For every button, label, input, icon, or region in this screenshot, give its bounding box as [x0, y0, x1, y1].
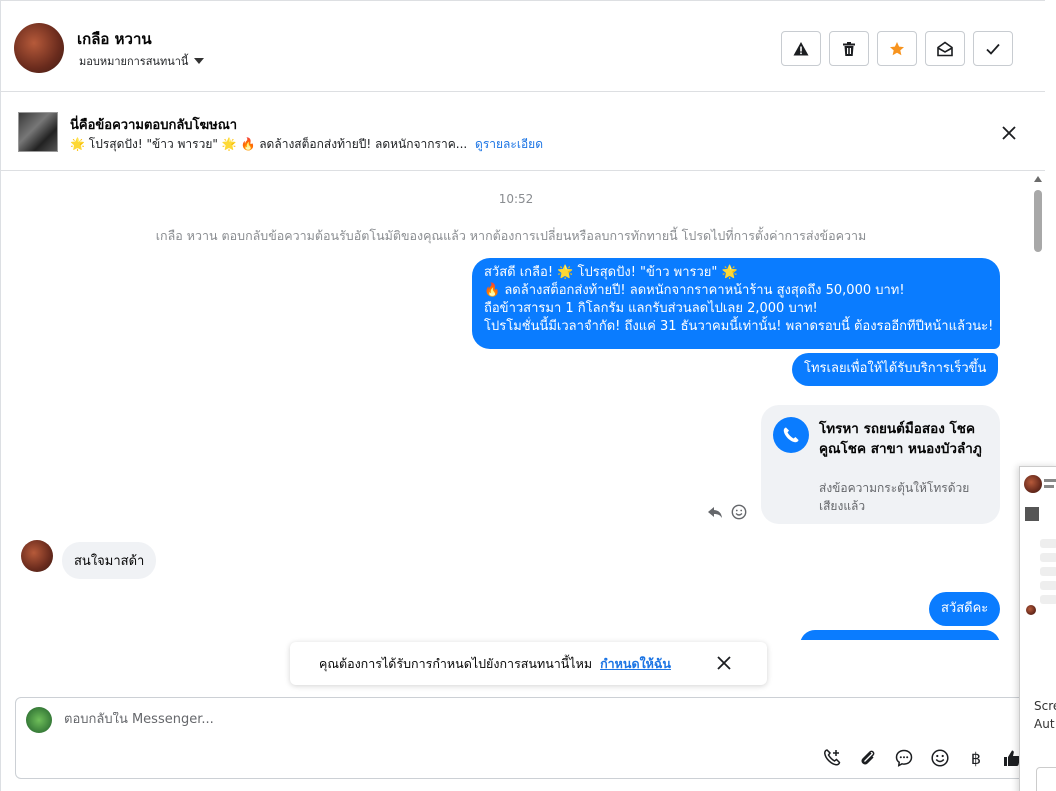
check-icon — [986, 43, 1000, 55]
emoji-icon[interactable] — [731, 504, 747, 520]
page-avatar — [26, 707, 52, 733]
overlay-pill — [1040, 539, 1056, 548]
ad-reply-banner: นี่คือข้อความตอบกลับโฆษณา 🌟 โปรสุดปัง! "… — [1, 93, 1045, 171]
toast-text: คุณต้องการได้รับการกำหนดไปยังการสนทนานี้… — [319, 655, 593, 671]
overlay-pill — [1040, 595, 1056, 604]
assign-label: มอบหมายการสนทนานี้ — [79, 55, 189, 68]
overlay-text: Scre — [1034, 699, 1056, 713]
reply-icon[interactable] — [707, 504, 723, 520]
contact-name[interactable]: เกลือ หวาน — [77, 27, 152, 51]
ad-thumbnail — [1025, 507, 1039, 521]
ad-description: 🌟 โปรสุดปัง! "ข้าว พารวย" 🌟 🔥 ลดล้างสต็อ… — [70, 135, 543, 154]
emoji-icon[interactable] — [929, 747, 951, 769]
star-button[interactable] — [877, 31, 917, 66]
ad-title: นี่คือข้อความตอบกลับโฆษณา — [70, 118, 238, 133]
overlay-button[interactable] — [1036, 767, 1056, 791]
overlay-line — [1044, 479, 1056, 482]
close-icon[interactable] — [999, 123, 1019, 143]
assign-suggestion-toast: คุณต้องการได้รับการกำหนดไปยังการสนทนานี้… — [290, 642, 767, 685]
mark-unread-button[interactable] — [925, 31, 965, 66]
see-details-link[interactable]: ดูรายละเอียด — [475, 137, 543, 151]
message-actions — [707, 504, 747, 520]
overlay-pill — [1040, 553, 1056, 562]
incoming-message[interactable]: สนใจมาสด้า — [62, 542, 157, 579]
chat-bubble-icon[interactable] — [893, 747, 915, 769]
message-line: สวัสดี เกลือ! 🌟 โปรสุดปัง! "ข้าว พารวย" … — [484, 265, 738, 280]
call-add-icon[interactable] — [821, 747, 843, 769]
avatar — [1024, 475, 1042, 493]
side-overlay-window: Scre Aut — [1019, 466, 1056, 791]
assign-to-me-link[interactable]: กำหนดให้ฉัน — [600, 654, 671, 674]
message-timestamp: 10:52 — [498, 192, 534, 206]
outgoing-message[interactable]: สวัสดี เกลือ! 🌟 โปรสุดปัง! "ข้าว พารวย" … — [472, 258, 1000, 349]
ad-snippet: 🌟 โปรสุดปัง! "ข้าว พารวย" 🌟 🔥 ลดล้างสต็อ… — [70, 137, 468, 151]
phone-icon — [773, 417, 809, 453]
message-thread[interactable]: 10:52 เกลือ หวาน ตอบกลับข้อความต้อนรับอั… — [1, 172, 1031, 640]
overlay-line — [1044, 485, 1054, 488]
mark-spam-button[interactable] — [781, 31, 821, 66]
system-message: เกลือ หวาน ตอบกลับข้อความต้อนรับอัตโนมัต… — [155, 228, 867, 243]
close-icon[interactable] — [716, 655, 732, 671]
chevron-down-icon — [194, 58, 205, 64]
envelope-open-icon — [937, 41, 953, 56]
outgoing-message[interactable]: โทรเลยเพื่อให้ได้รับบริการเร็วขึ้น — [792, 353, 999, 386]
message-composer: ฿ — [15, 697, 1045, 779]
messenger-inbox: เกลือ หวาน มอบหมายการสนทนานี้ นี่คือข้อค… — [0, 0, 1056, 791]
call-card[interactable]: โทรหา รถยนต์มือสอง โชคคูณโชค สาขา หนองบั… — [761, 405, 1000, 524]
ad-thumbnail — [18, 112, 58, 152]
attachment-icon[interactable] — [857, 747, 879, 769]
delete-button[interactable] — [829, 31, 869, 66]
scroll-up-arrow[interactable] — [1034, 176, 1042, 182]
scrollbar-thumb[interactable] — [1034, 190, 1042, 252]
overlay-text: Aut — [1034, 717, 1055, 731]
assign-conversation-dropdown[interactable]: มอบหมายการสนทนานี้ — [79, 52, 205, 70]
reply-input[interactable] — [64, 712, 764, 727]
overlay-pill — [1040, 567, 1056, 576]
message-line: ถือข้าวสารมา 1 กิโลกรัม แลกรับส่วนลดไปเล… — [484, 301, 818, 316]
avatar — [1026, 605, 1036, 615]
conversation-header: เกลือ หวาน มอบหมายการสนทนานี้ — [1, 0, 1045, 92]
overlay-pill — [1040, 581, 1056, 590]
avatar[interactable] — [21, 540, 53, 572]
header-actions — [781, 31, 1013, 66]
baht-icon[interactable]: ฿ — [965, 747, 987, 769]
composer-tools: ฿ — [821, 747, 1023, 769]
call-title: โทรหา รถยนต์มือสอง โชคคูณโชค สาขา หนองบั… — [819, 421, 982, 457]
outgoing-message[interactable]: สวัสดีคะ — [929, 592, 1001, 626]
avatar[interactable] — [14, 23, 64, 73]
outgoing-message-partial[interactable] — [800, 630, 1000, 640]
message-line: โปรโมชั่นนี้มีเวลาจำกัด! ถึงแค่ 31 ธันวา… — [484, 319, 994, 334]
message-line: 🔥 ลดล้างสต็อกส่งท้ายปี! ลดหนักจากราคาหน้… — [484, 283, 905, 298]
star-icon — [890, 41, 904, 55]
call-subtitle: ส่งข้อความกระตุ้นให้โทรด้วยเสียงแล้ว — [819, 481, 970, 513]
trash-icon — [843, 41, 855, 56]
mark-done-button[interactable] — [973, 31, 1013, 66]
warning-icon — [793, 41, 809, 55]
